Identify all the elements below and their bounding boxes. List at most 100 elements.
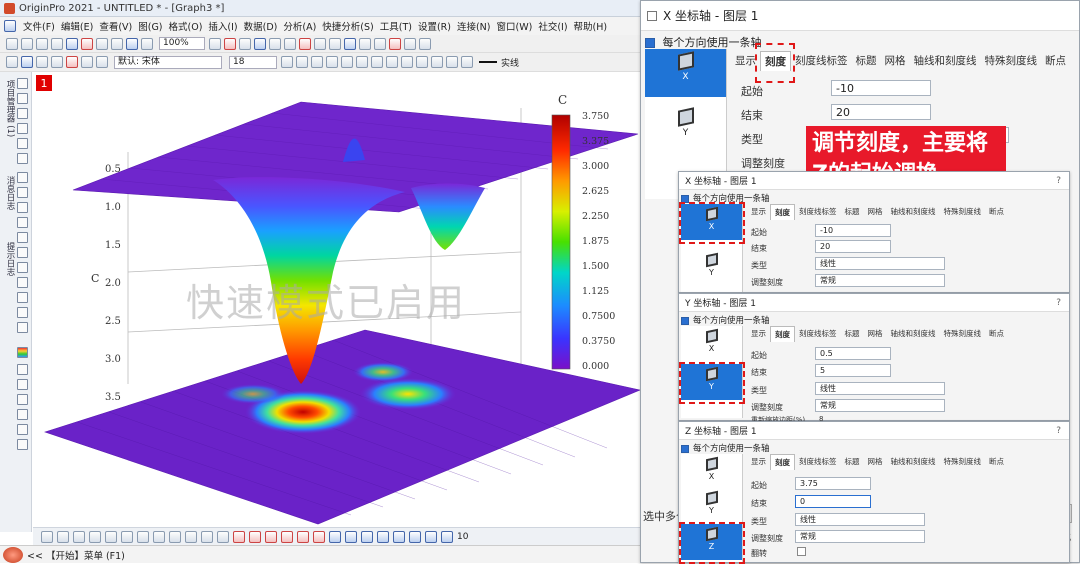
image-icon[interactable] — [17, 379, 28, 390]
grid-table-icon[interactable] — [17, 439, 28, 450]
rotate-tool-icon[interactable] — [17, 138, 28, 149]
pie-plot-icon[interactable] — [137, 530, 149, 543]
z-tab-line-ticks[interactable]: 轴线和刻度线 — [887, 454, 940, 470]
menu-analysis[interactable]: 分析(A) — [282, 19, 317, 33]
y-tab-tick-labels[interactable]: 刻度线标签 — [795, 326, 841, 342]
left-align-icon[interactable] — [371, 56, 383, 68]
x-tab-title[interactable]: 标题 — [841, 204, 864, 220]
save-icon[interactable] — [36, 37, 48, 50]
rescale-icon[interactable] — [224, 37, 236, 50]
line-plot-icon[interactable] — [41, 530, 53, 543]
legend-icon[interactable] — [344, 37, 356, 50]
rotate-ccw-icon[interactable] — [233, 530, 245, 543]
z-tab-breaks[interactable]: 断点 — [985, 454, 1008, 470]
print-icon[interactable] — [51, 37, 63, 50]
matrix-icon[interactable] — [51, 56, 63, 68]
add-text-icon[interactable] — [314, 37, 326, 50]
palette-icon[interactable] — [17, 364, 28, 375]
filter-icon[interactable] — [419, 37, 431, 50]
merge-icon[interactable] — [389, 37, 401, 50]
text-tool-icon-side[interactable] — [17, 202, 28, 213]
z-tab-scale[interactable]: 刻度 — [770, 454, 795, 470]
one-axis-checkbox[interactable] — [645, 38, 655, 48]
layer-contents-icon[interactable] — [374, 37, 386, 50]
menu-edit[interactable]: 编辑(E) — [60, 19, 94, 33]
timestamp-icon[interactable] — [329, 37, 341, 50]
menu-tools[interactable]: 工具(T) — [379, 19, 413, 33]
settings-3d-icon[interactable] — [441, 530, 453, 543]
enlarge-icon[interactable] — [297, 530, 309, 543]
data-selector-icon[interactable] — [17, 307, 28, 318]
y-side-item-x[interactable]: X — [681, 326, 742, 362]
tab-special-ticks[interactable]: 特殊刻度线 — [981, 51, 1042, 71]
fill-color-icon[interactable] — [446, 56, 458, 68]
z-tab-grids[interactable]: 网格 — [864, 454, 887, 470]
z-tab-special-ticks[interactable]: 特殊刻度线 — [940, 454, 986, 470]
color-map-icon[interactable] — [17, 347, 28, 358]
y-type-select[interactable]: 线性 — [815, 382, 945, 395]
duplicate-icon[interactable] — [141, 37, 153, 50]
code-builder-icon[interactable] — [254, 37, 266, 50]
zoom-select[interactable]: 100% — [159, 37, 205, 50]
redraw-icon[interactable] — [209, 37, 221, 50]
menu-graph[interactable]: 图(G) — [137, 19, 163, 33]
box-plot-icon[interactable] — [153, 530, 165, 543]
help-icon[interactable]: ? — [1056, 298, 1061, 308]
decrease-icon[interactable] — [409, 530, 421, 543]
z-type-select[interactable]: 线性 — [795, 513, 925, 526]
menu-insert[interactable]: 插入(I) — [207, 19, 238, 33]
arrange-icon[interactable] — [404, 37, 416, 50]
x-tab-grids[interactable]: 网格 — [864, 204, 887, 220]
menu-view[interactable]: 查看(V) — [98, 19, 133, 33]
menu-connect[interactable]: 连接(N) — [456, 19, 492, 33]
layer-add-icon[interactable] — [217, 530, 229, 543]
reduce-icon[interactable] — [313, 530, 325, 543]
tab-title[interactable]: 标题 — [852, 51, 881, 71]
menu-social[interactable]: 社交(I) — [537, 19, 568, 33]
tab-grids[interactable]: 网格 — [881, 51, 910, 71]
light-icon[interactable] — [425, 530, 437, 543]
tilt-up-icon[interactable] — [265, 530, 277, 543]
start-orb-icon[interactable] — [3, 546, 23, 563]
screen-reader-icon[interactable] — [17, 322, 28, 333]
scale-tool-icon[interactable] — [17, 123, 28, 134]
menu-quick-analysis[interactable]: 快捷分析(S) — [321, 19, 374, 33]
import-icon[interactable] — [111, 37, 123, 50]
pattern-icon[interactable] — [461, 56, 473, 68]
color-scale-bar[interactable] — [551, 114, 571, 370]
skew-icon[interactable] — [377, 530, 389, 543]
text-tool-icon[interactable] — [96, 56, 108, 68]
subscript-icon[interactable] — [341, 56, 353, 68]
zoom-in-tool-icon[interactable] — [17, 93, 28, 104]
template-icon[interactable] — [201, 530, 213, 543]
notes-icon[interactable] — [66, 56, 78, 68]
open-icon[interactable] — [21, 37, 33, 50]
z-tab-title[interactable]: 标题 — [841, 454, 864, 470]
y-tab-title[interactable]: 标题 — [841, 326, 864, 342]
layer-icon[interactable] — [239, 37, 251, 50]
fit-frame-icon[interactable] — [329, 530, 341, 543]
x-from-input[interactable]: -10 — [815, 224, 891, 237]
y-to-input[interactable]: 5 — [815, 364, 891, 377]
arrow-tool-icon[interactable] — [17, 217, 28, 228]
x-tab-breaks[interactable]: 断点 — [985, 204, 1008, 220]
function-icon[interactable] — [81, 56, 93, 68]
y-from-input[interactable]: 0.5 — [815, 347, 891, 360]
reader-tool-icon[interactable] — [17, 172, 28, 183]
pointer-tool-icon[interactable] — [17, 78, 28, 89]
new-matrix-icon[interactable] — [96, 37, 108, 50]
project-explorer-icon[interactable] — [299, 37, 311, 50]
grid-icon[interactable] — [6, 56, 18, 68]
line-color-icon[interactable] — [431, 56, 443, 68]
y-tab-special-ticks[interactable]: 特殊刻度线 — [940, 326, 986, 342]
region-tool-icon[interactable] — [17, 277, 28, 288]
z-tab-tick-labels[interactable]: 刻度线标签 — [795, 454, 841, 470]
perspective-icon[interactable] — [361, 530, 373, 543]
font-size-select[interactable]: 18 — [229, 55, 277, 69]
rotation-step[interactable]: 10 — [457, 532, 468, 542]
layer-insert-icon[interactable] — [17, 424, 28, 435]
y-tab-grids[interactable]: 网格 — [864, 326, 887, 342]
tab-breaks[interactable]: 断点 — [1041, 51, 1070, 71]
menu-data[interactable]: 数据(D) — [243, 19, 279, 33]
tilt-down-icon[interactable] — [281, 530, 293, 543]
